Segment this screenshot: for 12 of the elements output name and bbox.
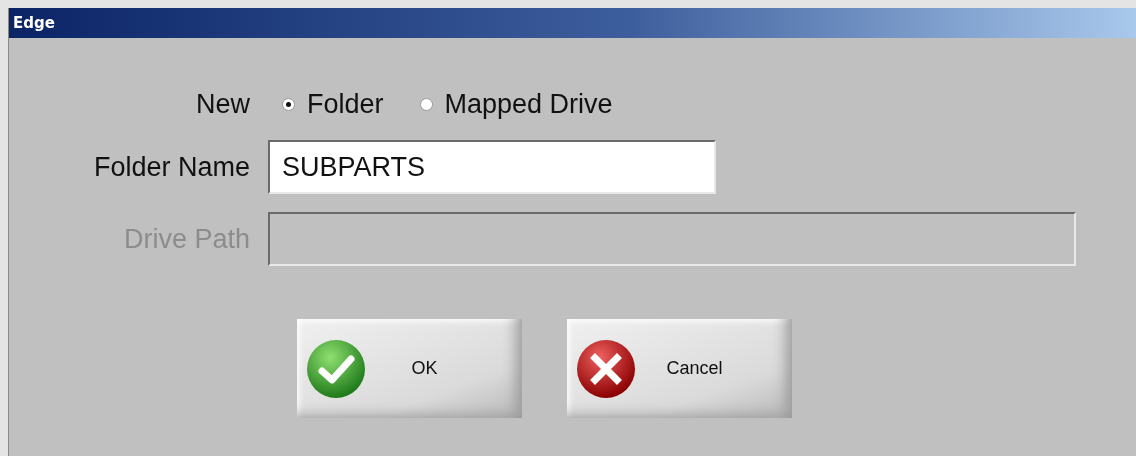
input-field[interactable]: SUBPARTS bbox=[268, 140, 716, 194]
close-icon bbox=[575, 337, 637, 400]
radio-option[interactable]: Mapped Drive bbox=[405, 88, 635, 120]
radio-option[interactable]: Folder bbox=[268, 88, 406, 120]
ok-button[interactable]: OK bbox=[297, 319, 522, 418]
cancel-button[interactable]: Cancel bbox=[567, 319, 792, 418]
field-label: Folder Name bbox=[92, 151, 250, 183]
check-icon bbox=[305, 337, 367, 400]
window-title: Edge bbox=[13, 14, 55, 32]
radio-icon[interactable] bbox=[282, 97, 295, 111]
radio-icon[interactable] bbox=[419, 97, 433, 111]
field-label: New bbox=[195, 88, 250, 120]
